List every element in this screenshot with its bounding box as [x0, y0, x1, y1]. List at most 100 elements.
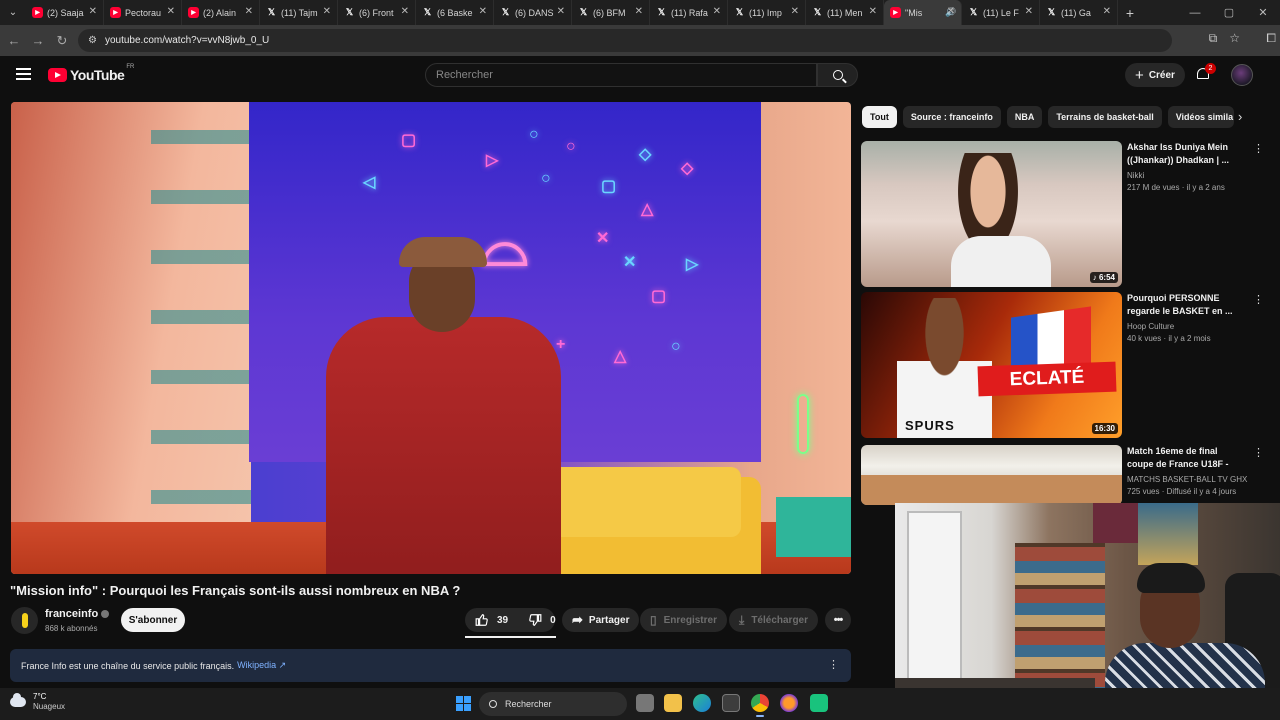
recommendation-channel[interactable]: Nikki — [1127, 171, 1144, 180]
search-button[interactable] — [817, 63, 858, 87]
chip-similar-videos[interactable]: Vidéos simila — [1167, 106, 1234, 128]
browser-tab[interactable]: ▶ (2) Saaja ✕ — [26, 0, 104, 25]
edge-icon[interactable] — [693, 694, 711, 712]
chip-all[interactable]: Tout — [862, 106, 897, 128]
dislike-button[interactable]: 0 — [518, 608, 566, 632]
like-underline — [465, 636, 556, 638]
close-tab-icon[interactable]: ✕ — [635, 6, 643, 17]
more-actions-button[interactable]: ••• — [825, 608, 851, 632]
browser-tab[interactable]: 𝕏 (11) Rafa ✕ — [650, 0, 728, 25]
youtube-logo[interactable]: YouTube FR — [48, 64, 134, 83]
browser-tab[interactable]: 𝕏 (11) Imp ✕ — [728, 0, 806, 25]
chip-basketball-courts[interactable]: Terrains de basket-ball — [1048, 106, 1162, 128]
subscribe-button[interactable]: S'abonner — [121, 608, 185, 632]
recommendation-title[interactable]: Pourquoi PERSONNE regarde le BASKET en .… — [1127, 292, 1235, 318]
search-input[interactable]: Rechercher — [425, 63, 817, 87]
chrome-icon[interactable] — [751, 694, 769, 717]
like-dislike-group: 39 0 — [465, 608, 556, 632]
video-player[interactable]: ▢ ▷ ○ ○ ◇ ◇ ○ ▢ △ ✕ ✕ ▷ ▢ + △ ○ ◁ ⌓ — [11, 102, 851, 574]
share-button[interactable]: ➦ Partager — [562, 608, 640, 632]
browser-tab[interactable]: 𝕏 (11) Men ✕ — [806, 0, 884, 25]
close-tab-icon[interactable]: ✕ — [791, 6, 799, 17]
menu-icon[interactable] — [16, 68, 31, 80]
close-tab-icon[interactable]: ✕ — [1103, 6, 1111, 17]
recommendation-title[interactable]: Akshar Iss Duniya Mein ((Jhankar)) Dhadk… — [1127, 141, 1235, 167]
browser-tab[interactable]: 𝕏 (11) Tajm ✕ — [260, 0, 338, 25]
create-button[interactable]: + Créer — [1125, 63, 1185, 87]
video-thumbnail[interactable]: ♪ 6:54 — [861, 141, 1122, 287]
close-tab-icon[interactable]: ✕ — [245, 6, 253, 17]
neon-circle: ○ — [541, 170, 551, 187]
url-bar[interactable]: ⚙ youtube.com/watch?v=vvN8jwb_0_U — [78, 29, 1172, 52]
wikipedia-link-label[interactable]: Wikipedia — [237, 660, 276, 670]
file-explorer-icon[interactable] — [664, 694, 682, 712]
close-tab-icon[interactable]: ✕ — [869, 6, 877, 17]
browser-tab[interactable]: ▶ Pectorau ✕ — [104, 0, 182, 25]
kebab-menu-icon[interactable]: ⋮ — [1253, 446, 1264, 459]
close-tab-icon[interactable]: ✕ — [479, 6, 487, 17]
close-window-icon[interactable]: ✕ — [1246, 6, 1280, 19]
back-icon[interactable]: ← — [2, 33, 26, 48]
site-info-icon[interactable]: ⚙ — [88, 35, 97, 46]
neon-circle: ○ — [529, 126, 539, 143]
browser-tab[interactable]: 𝕏 (6) BFM ✕ — [572, 0, 650, 25]
browser-tab[interactable]: 𝕏 (6) DANS ✕ — [494, 0, 572, 25]
task-view-icon[interactable] — [636, 694, 654, 712]
channel-avatar[interactable] — [11, 607, 38, 634]
reload-icon[interactable]: ↻ — [50, 33, 74, 49]
taskbar-search[interactable]: Rechercher — [479, 692, 627, 716]
recommendation-channel[interactable]: MATCHS BASKET-BALL TV GHX — [1127, 475, 1247, 484]
new-tab-button[interactable]: + — [1118, 5, 1142, 21]
tab-search-icon[interactable]: ⌄ — [0, 0, 26, 25]
save-button[interactable]: ▯ Enregistrer — [640, 608, 727, 632]
chip-nba[interactable]: NBA — [1006, 106, 1043, 128]
close-tab-icon[interactable]: ✕ — [89, 6, 97, 17]
like-button[interactable]: 39 — [465, 608, 518, 632]
app-icon[interactable] — [810, 694, 828, 712]
recommendation-channel[interactable]: Hoop Culture — [1127, 322, 1174, 331]
chevron-right-icon[interactable]: › — [1238, 109, 1242, 124]
recommendation-title[interactable]: Match 16eme de final coupe de France U18… — [1127, 445, 1235, 471]
download-button[interactable]: ⤓ Télécharger — [729, 608, 819, 632]
kebab-menu-icon[interactable]: ⋮ — [1253, 293, 1264, 306]
close-tab-icon[interactable]: ✕ — [947, 6, 955, 17]
browser-tab[interactable]: ▶ (2) Alain ✕ — [182, 0, 260, 25]
browser-tab[interactable]: 𝕏 (11) Le F ✕ — [962, 0, 1040, 25]
channel-name-row[interactable]: franceinfo — [45, 608, 110, 620]
weather-widget[interactable]: 7°C Nuageux — [10, 692, 65, 712]
neon-diamond: ◇ — [681, 160, 694, 177]
info-panel-menu-icon[interactable]: ⋮ — [828, 658, 839, 671]
maximize-icon[interactable]: ▢ — [1212, 6, 1246, 19]
notifications-button[interactable]: 2 — [1196, 63, 1216, 82]
close-tab-icon[interactable]: ✕ — [401, 6, 409, 17]
forward-icon[interactable]: → — [26, 33, 50, 48]
thumbs-up-icon — [475, 614, 488, 626]
channel-name[interactable]: franceinfo — [45, 608, 98, 620]
extensions-icon[interactable]: ⧠ — [1266, 31, 1276, 46]
browser-tab[interactable]: 𝕏 (11) Ga ✕ — [1040, 0, 1118, 25]
browser-tab[interactable]: ▶ "Mis 🔊 ✕ — [884, 0, 962, 25]
minimize-icon[interactable]: — — [1178, 7, 1212, 19]
video-thumbnail[interactable] — [861, 445, 1122, 505]
kebab-menu-icon[interactable]: ⋮ — [1253, 142, 1264, 155]
recommendation-item[interactable]: ECLATÉ SPURS 16:30 Pourquoi PERSONNE reg… — [861, 292, 1273, 438]
account-avatar[interactable] — [1231, 64, 1253, 86]
windows-start-icon[interactable] — [456, 696, 471, 711]
close-tab-icon[interactable]: ✕ — [557, 6, 565, 17]
video-thumbnail[interactable]: ECLATÉ SPURS 16:30 — [861, 292, 1122, 438]
chip-source[interactable]: Source : franceinfo — [902, 106, 1001, 128]
close-tab-icon[interactable]: ✕ — [167, 6, 175, 17]
browser-tab[interactable]: 𝕏 (6) Front ✕ — [338, 0, 416, 25]
bookmark-star-icon[interactable]: ☆ — [1229, 31, 1240, 46]
recommendation-item[interactable]: ♪ 6:54 Akshar Iss Duniya Mein ((Jhankar)… — [861, 141, 1273, 287]
window-controls: — ▢ ✕ — [1178, 0, 1280, 25]
close-tab-icon[interactable]: ✕ — [713, 6, 721, 17]
wikipedia-link[interactable]: Wikipedia ↗ — [237, 660, 286, 671]
store-icon[interactable] — [722, 694, 740, 712]
close-tab-icon[interactable]: ✕ — [1025, 6, 1033, 17]
browser-tab[interactable]: 𝕏 (6 Baske ✕ — [416, 0, 494, 25]
neon-cross: ✕ — [623, 254, 637, 271]
install-app-icon[interactable]: ⧉ — [1209, 31, 1218, 46]
firefox-icon[interactable] — [780, 694, 798, 712]
close-tab-icon[interactable]: ✕ — [323, 6, 331, 17]
